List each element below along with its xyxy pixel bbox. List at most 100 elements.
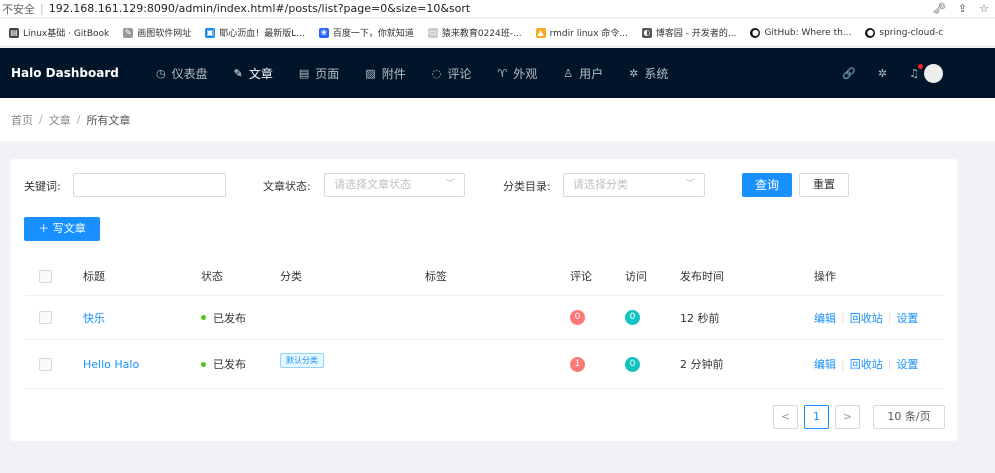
chevron-down-icon: ﹀ — [685, 179, 695, 190]
main-menu: ◷ 仪表盘 ✎ 文章 ▤ 页面 ▨ 附件 ◌ 评论 ♈ 外观 ♙ 用户 ✲ 系统 — [156, 65, 694, 82]
edit-link[interactable]: 编辑 — [814, 310, 836, 326]
visit-count-badge: 0 — [625, 356, 640, 372]
menu-item-users[interactable]: ♙ 用户 — [563, 65, 603, 82]
menu-item-system[interactable]: ✲ 系统 — [629, 65, 668, 82]
page-1-button[interactable]: 1 — [804, 405, 829, 429]
menu-item-attachments[interactable]: ▨ 附件 — [365, 65, 405, 82]
menu-item-comments[interactable]: ◌ 评论 — [432, 65, 472, 82]
post-title-link[interactable]: Hello Halo — [83, 340, 139, 388]
linux-icon: ▲ — [535, 27, 546, 38]
bookmark-7[interactable]: ● GitHub: Where th... — [750, 27, 851, 38]
table-row: Hello Halo 已发布 默认分类 1 0 2 分钟前 编辑 | 回收站 | 设… — [25, 340, 944, 389]
github-icon: ● — [750, 27, 761, 38]
avatar[interactable] — [924, 64, 943, 83]
posts-table: 标题 状态 分类 标签 评论 访问 发布时间 操作 快乐 已发布 0 0 12 … — [25, 257, 944, 389]
bookmark-5[interactable]: ▲ rmdir linux 命令... — [535, 26, 628, 39]
breadcrumb-current: 所有文章 — [86, 113, 131, 127]
bell-icon[interactable]: ♫ — [909, 63, 923, 80]
baidu-icon: ❀ — [318, 27, 329, 38]
header-visits: 访问 — [625, 270, 647, 283]
dashboard-icon: ◷ — [156, 66, 166, 80]
page-icon: ▭ — [427, 27, 438, 38]
row-checkbox[interactable] — [39, 311, 52, 324]
trash-link[interactable]: 回收站 — [850, 310, 883, 326]
header-time: 发布时间 — [680, 270, 724, 283]
row-actions: 编辑 | 回收站 | 设置 — [814, 356, 919, 372]
status-label: 文章状态: — [263, 180, 311, 193]
breadcrumb-home[interactable]: 首页 — [11, 112, 33, 128]
reset-button[interactable]: 重置 — [799, 173, 849, 197]
menu-item-dashboard[interactable]: ◷ 仪表盘 — [156, 65, 208, 82]
bilibili-icon: ▣ — [205, 27, 216, 38]
bookmark-4[interactable]: ▭ 猿来教育0224班-... — [427, 26, 522, 39]
link-icon[interactable]: 🔗 — [842, 67, 856, 80]
github-icon: ● — [865, 27, 876, 38]
menu-item-posts[interactable]: ✎ 文章 — [234, 65, 273, 82]
breadcrumb-posts[interactable]: 文章 — [49, 112, 71, 128]
comment-count-badge: 1 — [570, 356, 585, 372]
url-text[interactable]: 192.168.161.129:8090/admin/index.html#/p… — [49, 2, 471, 15]
header-tags: 标签 — [425, 270, 447, 283]
header-title: 标题 — [83, 270, 105, 283]
posts-card: 关键词: 文章状态: 请选择文章状态 ﹀ 分类目录: 请选择分类 ﹀ 查询 重置… — [11, 159, 957, 441]
keyword-label: 关键词: — [24, 180, 61, 193]
page-size-select[interactable]: 10 条/页 — [873, 405, 945, 429]
visit-count-badge: 0 — [625, 310, 640, 325]
notification-dot — [918, 63, 923, 69]
bookmarks-bar: ▤ Linux基础 · GitBook ✎ 画图软件网址 ▣ 耶心沥血！最新版L...… — [0, 19, 995, 47]
chevron-down-icon: ﹀ — [445, 179, 455, 190]
post-title-link[interactable]: 快乐 — [83, 296, 105, 339]
keyword-input[interactable] — [73, 173, 226, 197]
picture-icon: ▨ — [365, 66, 376, 80]
trash-link[interactable]: 回收站 — [850, 356, 883, 372]
breadcrumb: 首页 / 文章 / 所有文章 — [0, 98, 995, 141]
book-icon: ▤ — [298, 66, 310, 80]
prev-page-button[interactable]: < — [773, 405, 798, 429]
bookmark-3[interactable]: ❀ 百度一下，你就知道 — [318, 26, 414, 39]
header-comments: 评论 — [570, 270, 592, 283]
bookmark-6[interactable]: ◐ 博客园 - 开发者的... — [641, 26, 736, 39]
star-icon[interactable]: ☆ — [979, 2, 989, 15]
next-page-button[interactable]: > — [835, 405, 860, 429]
bookmark-1[interactable]: ✎ 画图软件网址 — [123, 26, 191, 39]
comment-icon: ◌ — [431, 66, 442, 80]
settings-icon[interactable]: ✲ — [878, 67, 887, 80]
category-tag[interactable]: 默认分类 — [280, 352, 324, 368]
category-select[interactable]: 请选择分类 ﹀ — [563, 173, 705, 197]
edit-icon: ✎ — [233, 66, 243, 80]
write-post-button[interactable]: ＋ 写文章 — [24, 217, 100, 241]
browser-address-bar[interactable]: 不安全 | 192.168.161.129:8090/admin/index.h… — [0, 0, 995, 17]
row-checkbox[interactable] — [39, 357, 52, 371]
security-warning: 不安全 — [2, 2, 35, 16]
cnblogs-icon: ◐ — [641, 27, 652, 38]
brand-logo[interactable]: Halo Dashboard — [11, 66, 156, 80]
top-nav: Halo Dashboard ◷ 仪表盘 ✎ 文章 ▤ 页面 ▨ 附件 ◌ 评论 ♈ 外观 … — [0, 48, 995, 98]
filter-bar: 关键词: 文章状态: 请选择文章状态 ﹀ 分类目录: 请选择分类 ﹀ 查询 重置 — [11, 173, 957, 197]
category-label: 分类目录: — [503, 180, 551, 193]
settings-link[interactable]: 设置 — [896, 310, 918, 326]
status-select[interactable]: 请选择文章状态 ﹀ — [324, 173, 465, 197]
user-icon: ♙ — [563, 66, 574, 80]
header-status: 状态 — [201, 270, 223, 283]
menu-item-appearance[interactable]: ♈ 外观 — [497, 65, 537, 82]
bookmark-2[interactable]: ▣ 耶心沥血！最新版L... — [205, 26, 305, 39]
edit-link[interactable]: 编辑 — [814, 356, 836, 372]
key-icon[interactable]: 🗝 — [932, 2, 946, 15]
bookmark-0[interactable]: ▤ Linux基础 · GitBook — [9, 26, 109, 39]
post-time: 12 秒前 — [680, 311, 720, 325]
query-button[interactable]: 查询 — [742, 173, 792, 197]
post-time: 2 分钟前 — [680, 358, 724, 371]
shirt-icon: ♈ — [497, 66, 508, 80]
pencil-icon: ✎ — [123, 27, 134, 38]
menu-item-pages[interactable]: ▤ 页面 — [299, 65, 339, 82]
post-status: 已发布 — [201, 296, 246, 339]
bookmark-8[interactable]: ● spring-cloud-c — [865, 27, 943, 38]
post-status: 已发布 — [201, 340, 246, 388]
gear-icon: ✲ — [629, 66, 639, 80]
table-header: 标题 状态 分类 标签 评论 访问 发布时间 操作 — [25, 257, 944, 296]
settings-link[interactable]: 设置 — [896, 356, 918, 372]
header-actions: 操作 — [814, 270, 836, 283]
share-icon[interactable]: ⇪ — [958, 2, 967, 15]
select-all-checkbox[interactable] — [39, 269, 52, 283]
status-dot — [201, 361, 206, 367]
